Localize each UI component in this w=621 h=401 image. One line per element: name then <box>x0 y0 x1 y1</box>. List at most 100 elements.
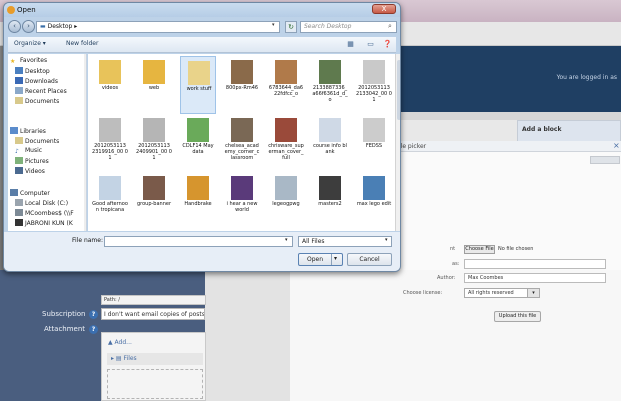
file-item[interactable]: course info blank <box>312 114 348 172</box>
chevron-down-icon[interactable]: ▾ <box>334 255 337 262</box>
file-item[interactable]: chrisware_superman_cover_full <box>268 114 304 172</box>
file-item[interactable] <box>224 230 260 231</box>
preview-pane-icon[interactable]: ▭ <box>365 39 376 49</box>
navigation-scrollbar[interactable] <box>84 54 86 231</box>
forward-arrow-icon[interactable]: › <box>22 20 35 33</box>
view-mode-buttons[interactable] <box>590 156 620 164</box>
file-item[interactable] <box>268 230 304 231</box>
view-icon[interactable]: ▦ <box>345 39 356 49</box>
file-item[interactable]: masters2 <box>312 172 348 230</box>
address-path: Desktop <box>47 23 73 30</box>
upload-file-button[interactable]: Upload this file <box>494 311 541 322</box>
dialog-title: Open <box>17 6 36 14</box>
file-name-input[interactable] <box>104 236 293 247</box>
file-item[interactable]: 2012053113 2319916_00 01 <box>92 114 128 172</box>
file-item[interactable] <box>92 230 128 231</box>
save-as-input[interactable] <box>464 259 606 269</box>
add-block-title: Add a block <box>522 126 562 133</box>
file-grid-scrollbar[interactable] <box>395 54 400 231</box>
search-icon[interactable]: ⌕ <box>388 22 392 31</box>
file-item[interactable]: Good afternoon tropicana <box>92 172 128 230</box>
file-item[interactable]: i hear a new world <box>224 172 260 230</box>
add-file-button[interactable]: ▲ Add... <box>108 339 132 346</box>
new-folder-button[interactable]: New folder <box>66 40 98 47</box>
file-item[interactable] <box>312 230 348 231</box>
music-icon: ♪ <box>15 148 19 155</box>
help-icon[interactable]: ? <box>89 310 98 319</box>
file-item[interactable] <box>180 230 216 231</box>
page-strip <box>395 112 621 120</box>
subscription-select[interactable]: I don't want email copies of posts <box>101 308 205 320</box>
logged-in-text: You are logged in as <box>556 74 617 81</box>
file-item[interactable]: legeogpwg <box>268 172 304 230</box>
choose-file-button[interactable]: Choose File <box>464 245 495 254</box>
file-type-select[interactable]: All Files <box>298 236 392 247</box>
nav-pictures[interactable]: Pictures <box>15 157 49 165</box>
file-item[interactable]: videos <box>92 56 128 114</box>
file-item[interactable]: web <box>136 56 172 114</box>
nav-downloads[interactable]: Downloads <box>15 77 58 85</box>
nav-local-disk[interactable]: Local Disk (C:) <box>15 199 68 207</box>
help-icon[interactable]: ❓ <box>382 39 393 49</box>
file-item[interactable]: CDLF14 May data <box>180 114 216 172</box>
search-input[interactable]: Search Desktop <box>300 21 397 33</box>
nav-favorites[interactable]: ★ Favorites <box>10 57 47 65</box>
nav-music[interactable]: ♪ Music <box>15 147 42 155</box>
nav-network-drive[interactable]: MCoombes$ (\\F <box>15 209 74 217</box>
author-input[interactable]: Max Coombes <box>464 273 606 283</box>
cancel-button[interactable]: Cancel <box>347 253 392 266</box>
file-item[interactable]: 2012053113 2133042_00 01 <box>356 56 392 114</box>
folder-icon <box>99 60 121 84</box>
file-item[interactable] <box>136 230 172 231</box>
file-item[interactable]: 2012053113 2409901_00 01 <box>136 114 172 172</box>
image-thumbnail <box>319 60 341 84</box>
file-item[interactable]: chelsea_academy_corner_classroom <box>224 114 260 172</box>
close-button[interactable]: X <box>372 4 396 14</box>
file-item[interactable]: work stuff <box>180 56 216 114</box>
desktop-icon: ▬ <box>40 23 46 30</box>
nav-recent-places[interactable]: Recent Places <box>15 87 67 95</box>
file-name-label: File name: <box>72 237 103 244</box>
file-item[interactable]: group-banner <box>136 172 172 230</box>
chevron-down-icon[interactable]: ▾ <box>285 237 288 243</box>
file-picker-title: ile picker <box>395 141 621 152</box>
image-thumbnail <box>363 118 385 142</box>
nav-documents[interactable]: Documents <box>15 97 59 105</box>
save-as-label: as: <box>452 261 460 267</box>
address-bar[interactable]: ▬ Desktop ▸ <box>36 21 280 33</box>
back-arrow-icon[interactable]: ‹ <box>8 20 21 33</box>
computer-icon <box>10 189 18 196</box>
nav-desktop[interactable]: Desktop <box>15 67 50 75</box>
file-item[interactable]: 6783644_da622fdfcc_o <box>268 56 304 114</box>
folder-icon <box>188 61 210 85</box>
image-thumbnail <box>363 60 385 84</box>
nav-libraries[interactable]: Libraries <box>10 127 46 135</box>
help-icon[interactable]: ? <box>89 325 98 334</box>
nav-lib-documents[interactable]: Documents <box>15 137 59 145</box>
browser-app-icon <box>7 6 15 14</box>
file-item[interactable]: max lego edit <box>356 172 392 230</box>
scrollbar-thumb[interactable] <box>397 60 400 120</box>
file-item[interactable]: Handbrake <box>180 172 216 230</box>
dialog-titlebar[interactable]: Open X <box>4 3 400 17</box>
close-icon[interactable]: × <box>613 141 620 150</box>
nav-videos[interactable]: Videos <box>15 167 45 175</box>
network-drive-icon <box>15 209 23 216</box>
chevron-down-icon[interactable]: ▾ <box>527 289 539 297</box>
nav-usb-drive[interactable]: JABRONI KUN (K <box>15 219 73 227</box>
organize-menu[interactable]: Organize ▾ <box>14 40 46 47</box>
drive-icon <box>15 219 23 226</box>
chevron-right-icon: ▸ <box>74 23 78 30</box>
image-thumbnail <box>319 176 341 200</box>
chevron-down-icon[interactable]: ▾ <box>385 237 388 243</box>
dialog-footer: File name: ▾ All Files ▾ Open ▾ Cancel <box>4 232 400 271</box>
nav-computer[interactable]: Computer <box>10 189 50 197</box>
refresh-icon[interactable]: ↻ <box>285 21 297 33</box>
file-item[interactable]: FEDSS <box>356 114 392 172</box>
chevron-down-icon[interactable]: ▾ <box>272 22 275 28</box>
file-item[interactable]: 800px-Rm46 <box>224 56 260 114</box>
drop-zone[interactable] <box>107 369 203 399</box>
file-item[interactable]: 2133887336_a66f6361d_d_o <box>312 56 348 114</box>
document-icon <box>319 118 341 142</box>
files-folder[interactable]: ▸ ▤ Files <box>107 353 203 365</box>
